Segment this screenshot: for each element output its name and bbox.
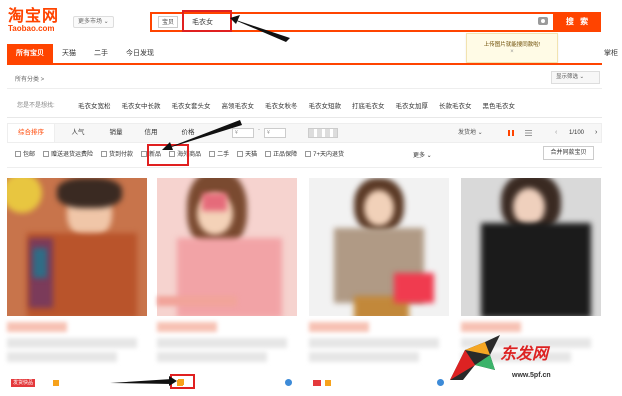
filter-free-shipping[interactable]: 包邮 <box>15 149 35 158</box>
tooltip-text: 上传图片就能搜同款啦! <box>483 42 541 48</box>
filter-return-insurance[interactable]: 赠送退货运费险 <box>43 149 93 158</box>
filter-overseas[interactable]: 海外商品 <box>169 149 201 158</box>
sort-popularity[interactable]: 人气 <box>66 124 90 142</box>
wangwang-icon[interactable] <box>285 379 292 386</box>
filter-label: 赠送退货运费险 <box>51 152 94 158</box>
ship-from-dropdown[interactable]: 发货地 ⌄ <box>458 124 483 142</box>
tab-all[interactable]: 所有宝贝 <box>7 44 53 63</box>
camera-icon[interactable] <box>538 17 548 25</box>
filter-cash-on-delivery[interactable]: 货到付款 <box>101 149 133 158</box>
divider <box>7 167 602 168</box>
wangwang-icon[interactable] <box>437 379 444 386</box>
search-input[interactable] <box>192 15 492 29</box>
next-page-icon[interactable]: › <box>595 124 597 142</box>
search-box: 宝贝 <box>150 12 555 32</box>
merge-same-items-button[interactable]: 合并同款宝贝 <box>543 146 594 160</box>
filter-7day-return[interactable]: 7+天内退货 <box>305 149 344 158</box>
watermark-logo <box>450 335 500 380</box>
filter-checkboxes: 包邮 赠送退货运费险 货到付款 新品 海外商品 二手 天猫 正品保障 7+天内退… <box>15 149 344 158</box>
price-separator: - <box>258 127 260 133</box>
filter-label: 二手 <box>217 152 230 158</box>
filter-label: 正品保障 <box>273 152 298 158</box>
divider <box>7 117 602 118</box>
taobao-logo[interactable]: 淘宝网 Taobao.com <box>8 6 68 34</box>
sort-bar: 综合排序 人气 销量 信用 价格 ¥ - ¥ 发货地 ⌄ ‹ 1/100 › <box>7 123 602 143</box>
checkbox[interactable] <box>305 150 312 157</box>
all-categories[interactable]: 所有分类 > <box>15 74 44 83</box>
filter-label: 天猫 <box>245 152 258 158</box>
filter-label: 海外商品 <box>177 152 202 158</box>
tab-secondhand[interactable]: 二手 <box>85 44 117 63</box>
related-search-item[interactable]: 毛衣女短款 <box>309 100 342 110</box>
tmall-icon <box>313 380 321 386</box>
filter-label: 新品 <box>149 152 162 158</box>
page-indicator: 1/100 <box>569 130 585 136</box>
checkbox[interactable] <box>265 150 272 157</box>
list-view-icon[interactable] <box>525 130 532 136</box>
product-image[interactable] <box>309 178 449 316</box>
more-filters-dropdown[interactable]: 更多 ⌄ <box>413 150 432 159</box>
checkbox[interactable] <box>43 150 50 157</box>
product-card[interactable]: 发货快品 <box>7 178 147 396</box>
new-item-icon <box>178 379 184 385</box>
checkbox[interactable] <box>141 150 148 157</box>
tab-today[interactable]: 今日发现 <box>117 44 163 63</box>
checkbox[interactable] <box>15 150 21 157</box>
logo-subtext: Taobao.com <box>8 24 55 33</box>
divider <box>7 88 602 89</box>
related-search-list: 毛衣女宽松 毛衣女中长款 毛衣女套头女 高领毛衣女 毛衣女秋冬 毛衣女短款 打底… <box>78 100 515 110</box>
price-min-input[interactable]: ¥ <box>232 128 254 138</box>
close-icon[interactable]: × <box>467 48 557 56</box>
related-search-item[interactable]: 毛衣女套头女 <box>172 100 211 110</box>
checkbox[interactable] <box>237 150 244 157</box>
prev-page-icon[interactable]: ‹ <box>555 124 557 142</box>
related-search-item[interactable]: 毛衣女秋冬 <box>265 100 298 110</box>
related-search-item[interactable]: 高领毛衣女 <box>222 100 255 110</box>
product-card[interactable] <box>309 178 449 396</box>
logo-text: 淘宝网 <box>8 6 60 25</box>
related-search-item[interactable]: 打底毛衣女 <box>352 100 385 110</box>
filter-genuine[interactable]: 正品保障 <box>265 149 297 158</box>
filter-label: 货到付款 <box>109 152 134 158</box>
checkbox[interactable] <box>209 150 216 157</box>
product-image[interactable] <box>7 178 147 316</box>
sort-sales[interactable]: 销量 <box>104 124 128 142</box>
sort-credit[interactable]: 信用 <box>139 124 163 142</box>
product-badge: 发货快品 <box>11 379 36 387</box>
search-button[interactable]: 搜 索 <box>555 12 601 32</box>
filter-tmall[interactable]: 天猫 <box>237 149 257 158</box>
sort-price[interactable]: 价格 <box>176 124 200 142</box>
related-search-label: 您是不是想找: <box>17 103 55 109</box>
related-search-item[interactable]: 长款毛衣女 <box>439 100 472 110</box>
promo-side-label: 掌柜 <box>604 50 618 57</box>
product-image[interactable] <box>461 178 601 316</box>
product-card[interactable] <box>157 178 297 396</box>
filter-label: 包邮 <box>23 152 36 158</box>
more-markets-dropdown[interactable]: 更多市场 ⌄ <box>73 16 114 28</box>
tab-underline <box>7 63 602 65</box>
related-search-item[interactable]: 毛衣女中长款 <box>122 100 161 110</box>
filter-label: 7+天内退货 <box>313 152 344 158</box>
checkbox[interactable] <box>169 150 176 157</box>
filter-new-items[interactable]: 新品 <box>141 149 161 158</box>
tab-tmall[interactable]: 天猫 <box>53 44 85 63</box>
display-filter-button[interactable]: 显示筛选 ⌄ <box>551 71 600 84</box>
checkbox[interactable] <box>101 150 108 157</box>
related-search-item[interactable]: 毛衣女加厚 <box>396 100 429 110</box>
gold-seller-icon <box>53 380 59 386</box>
image-search-tooltip: 上传图片就能搜同款啦! × <box>466 33 558 63</box>
price-range-slider[interactable] <box>308 128 338 138</box>
gold-seller-icon <box>325 380 331 386</box>
search-scope-tab[interactable]: 宝贝 <box>158 16 179 28</box>
watermark-url: www.5pf.cn <box>512 372 551 379</box>
related-search-item[interactable]: 毛衣女宽松 <box>78 100 111 110</box>
price-max-input[interactable]: ¥ <box>264 128 286 138</box>
filter-secondhand[interactable]: 二手 <box>209 149 229 158</box>
related-search-item[interactable]: 黑色毛衣女 <box>483 100 516 110</box>
watermark-name: 东发网 <box>500 344 549 363</box>
grid-view-icon[interactable] <box>508 130 514 136</box>
result-tabs: 所有宝贝 天猫 二手 今日发现 <box>7 44 163 63</box>
sort-default[interactable]: 综合排序 <box>8 124 55 142</box>
